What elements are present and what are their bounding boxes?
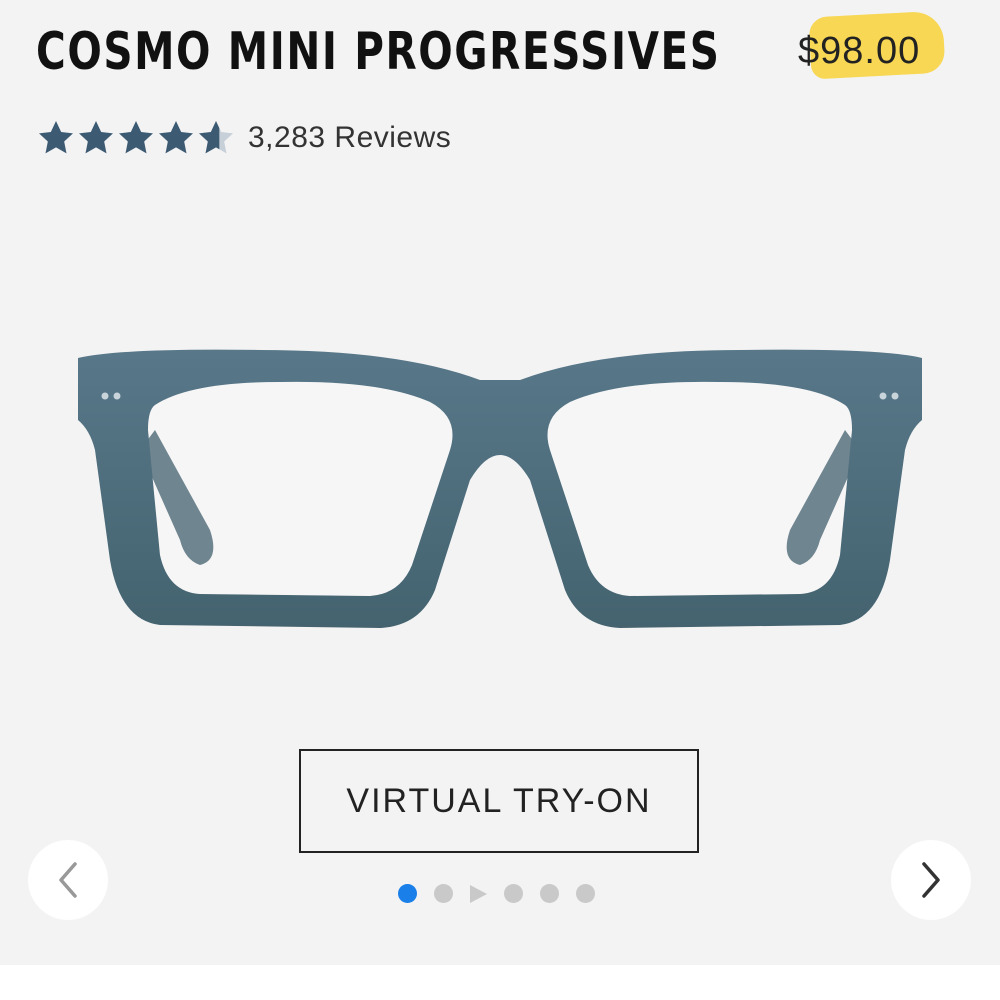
- price: $98.00: [798, 10, 946, 80]
- star-icon: [39, 121, 73, 154]
- star-half-icon: [199, 121, 233, 154]
- chevron-left-icon: [59, 862, 77, 898]
- carousel-next-button[interactable]: [891, 840, 971, 920]
- carousel-dot[interactable]: [540, 884, 559, 903]
- star-icon: [79, 121, 113, 154]
- carousel-prev-button[interactable]: [28, 840, 108, 920]
- price-text: $98.00: [798, 30, 921, 72]
- product-title: COSMO MINI PROGRESSIVES: [36, 22, 721, 82]
- virtual-try-on-button[interactable]: VIRTUAL TRY-ON: [299, 749, 699, 853]
- reviews-link[interactable]: 3,283 Reviews: [248, 121, 451, 155]
- carousel-dot[interactable]: [504, 884, 523, 903]
- star-icon: [159, 121, 193, 154]
- carousel-pagination: [398, 884, 612, 903]
- carousel-dot[interactable]: [576, 884, 595, 903]
- eyeglasses-image: [78, 349, 922, 628]
- carousel-dot[interactable]: [434, 884, 453, 903]
- star-rating: [36, 118, 236, 158]
- carousel-dot-active[interactable]: [398, 884, 417, 903]
- rating[interactable]: 3,283 Reviews: [36, 118, 451, 158]
- star-icon: [119, 121, 153, 154]
- play-icon[interactable]: [470, 884, 487, 903]
- chevron-right-icon: [922, 862, 940, 898]
- bottom-strip: [0, 965, 1000, 1000]
